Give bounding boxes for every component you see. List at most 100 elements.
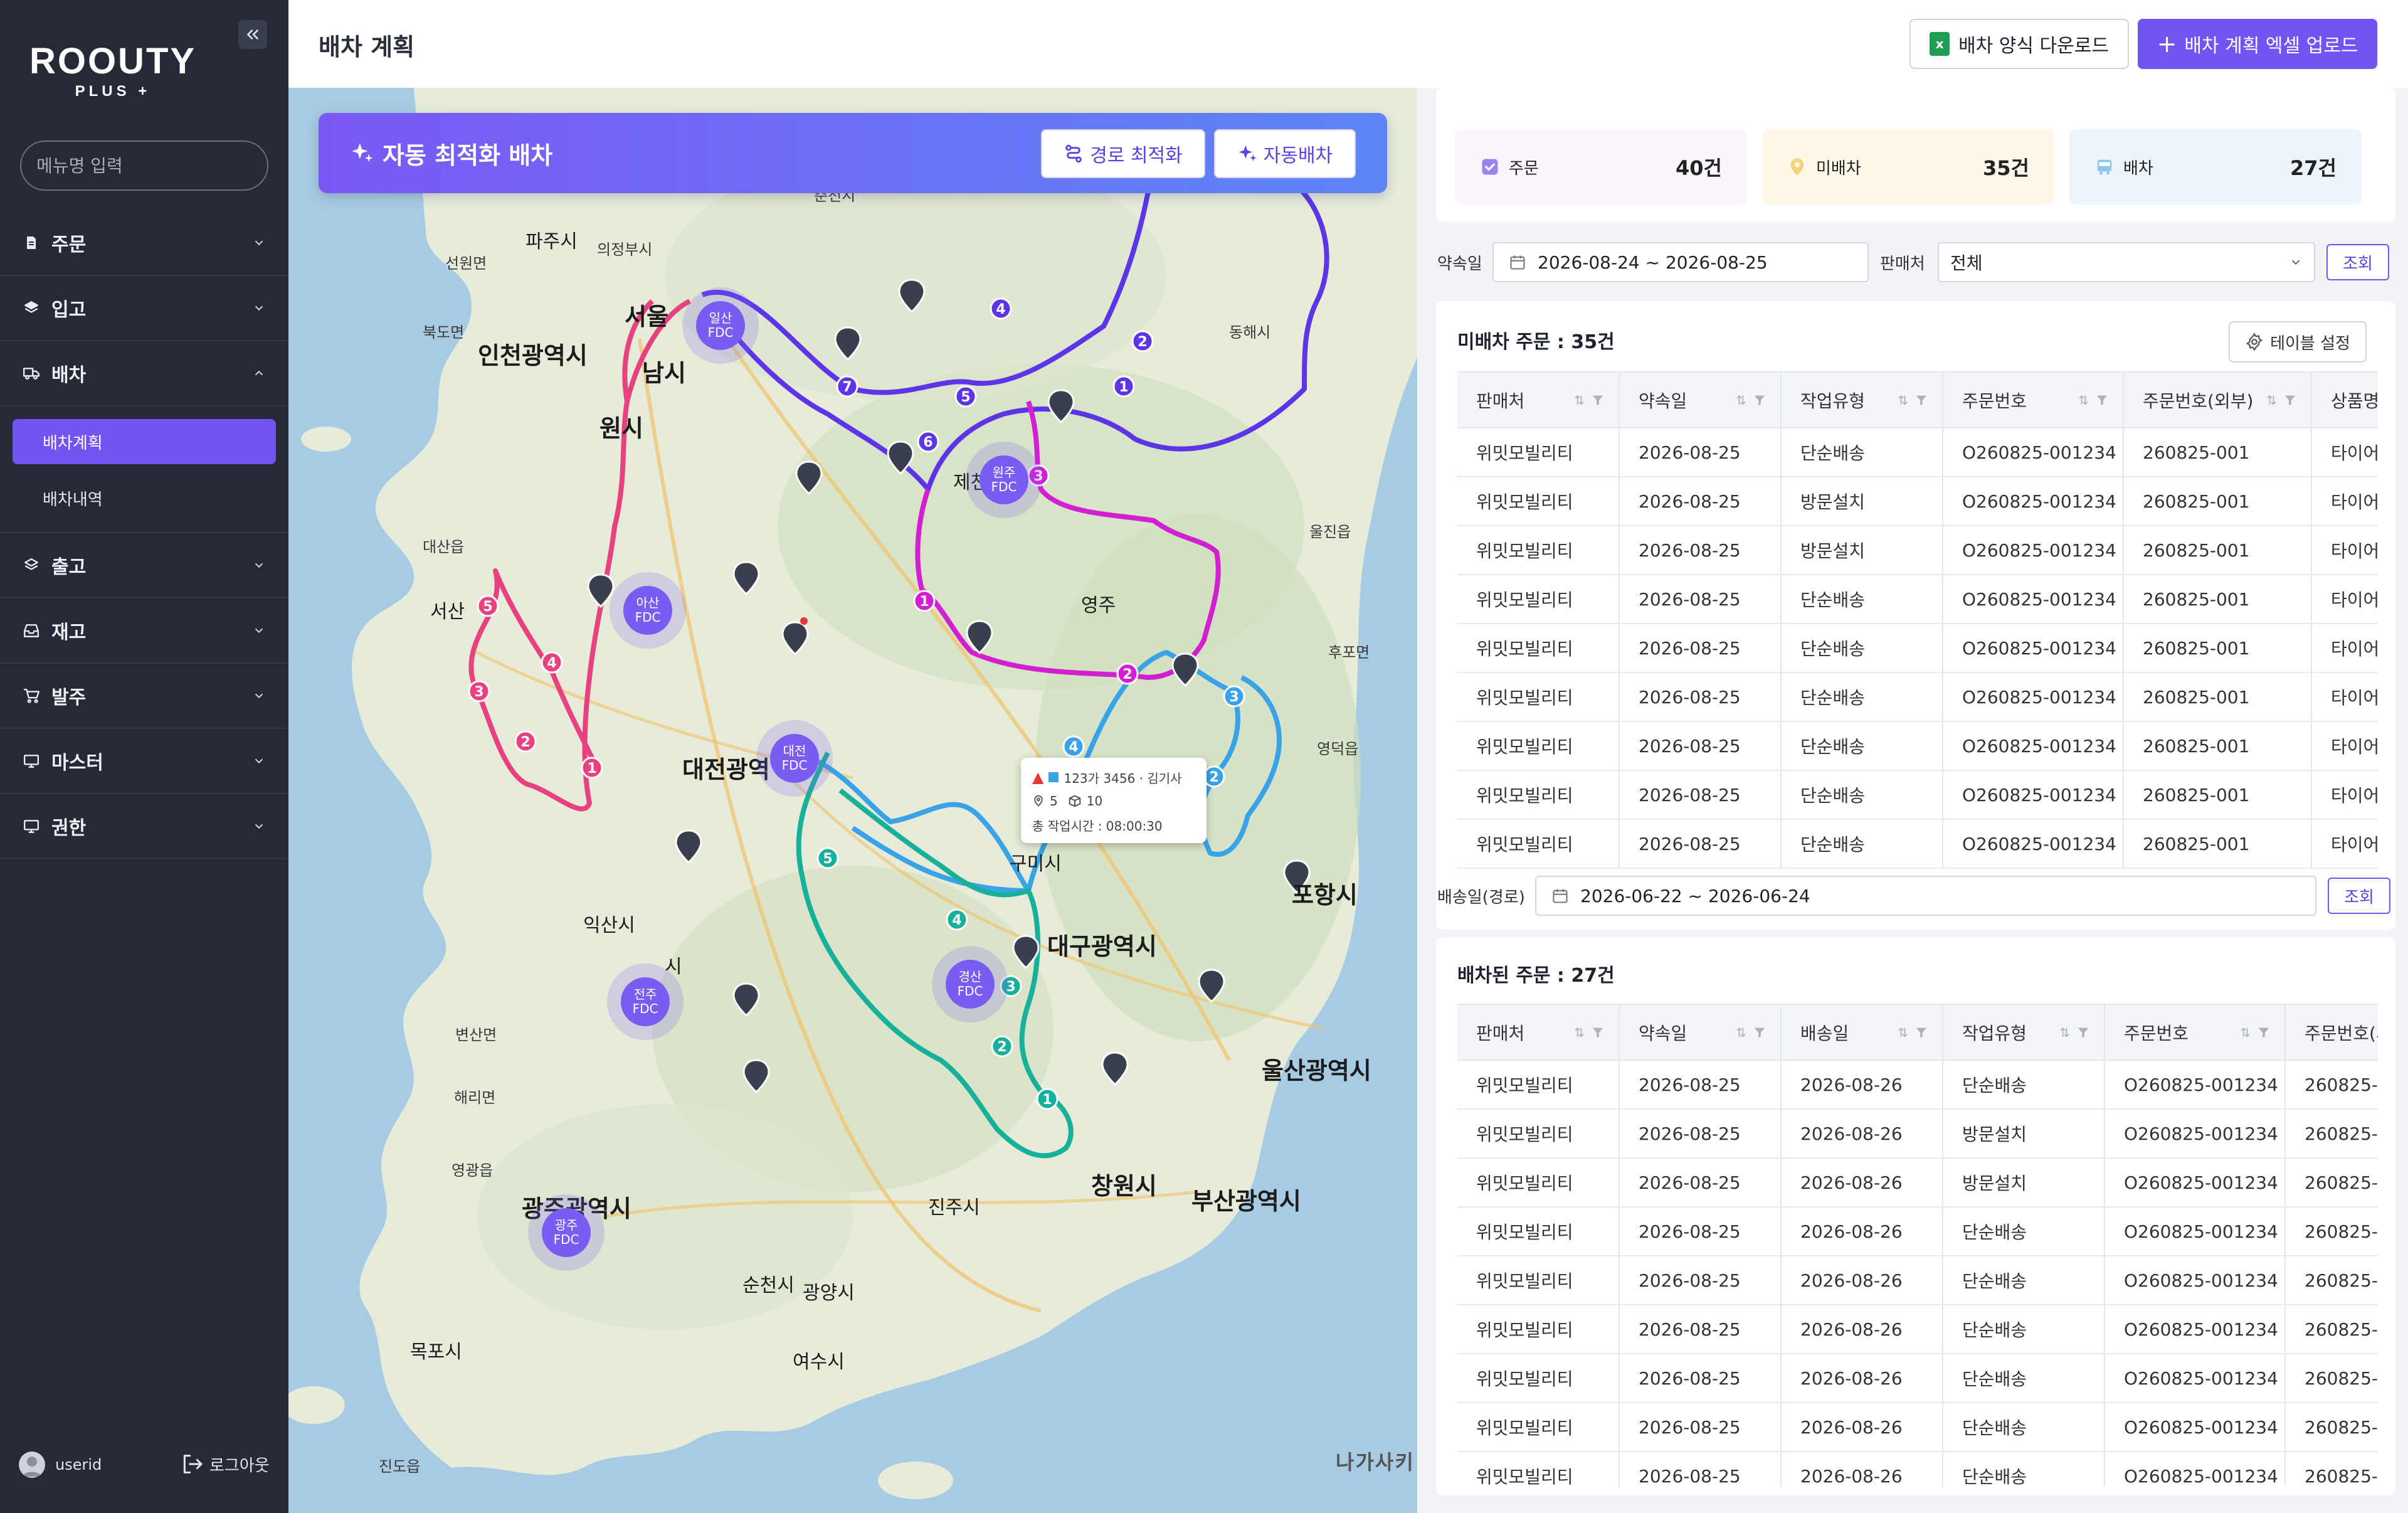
sidebar-subitem-dispatch-history[interactable]: 배차내역 — [13, 475, 276, 521]
fdc-marker-gyeongsan[interactable]: 경산 FDC — [946, 960, 995, 1009]
table-row[interactable]: 위밋모빌리티 2026-08-25 2026-08-26 방문설치 O260825-00… — [1457, 1109, 2378, 1159]
fdc-marker-gwangju[interactable]: 광주 FDC — [542, 1208, 591, 1257]
table-row[interactable]: 위밋모빌리티 2026-08-25 2026-08-26 단순배송 O260825-00… — [1457, 1354, 2378, 1403]
fdc-marker-jeonju[interactable]: 전주 FDC — [621, 977, 670, 1026]
sidebar-item-label: 입고 — [51, 299, 87, 321]
sort-icon[interactable]: ⇅ — [1736, 1025, 1746, 1040]
sidebar-item-dispatch[interactable]: 배차 — [0, 341, 288, 406]
table-row[interactable]: 위밋모빌리티 2026-08-25 단순배송 O260825-001234 260825… — [1457, 672, 2378, 722]
column-header[interactable]: 주문번호 ⇅ — [2104, 1005, 2286, 1061]
table-row[interactable]: 위밋모빌리티 2026-08-25 2026-08-26 단순배송 O260825-00… — [1457, 1060, 2378, 1110]
table-row[interactable]: 위밋모빌리티 2026-08-25 방문설치 O260825-001234 260825… — [1457, 477, 2378, 526]
route-search-button[interactable]: 조회 — [2328, 878, 2390, 914]
column-header[interactable]: 약속일 ⇅ — [1619, 1005, 1782, 1061]
filter-icon[interactable] — [1914, 393, 1928, 407]
table-row[interactable]: 위밋모빌리티 2026-08-25 2026-08-26 단순배송 O260825-00… — [1457, 1207, 2378, 1256]
upload-excel-button[interactable]: + 배차 계획 엑셀 업로드 — [2138, 19, 2377, 69]
table-row[interactable]: 위밋모빌리티 2026-08-25 단순배송 O260825-001234 260825… — [1457, 721, 2378, 771]
stat-orders[interactable]: 주문 40건 — [1455, 129, 1747, 204]
column-header[interactable]: 작업유형 ⇅ — [1781, 373, 1943, 428]
table-row[interactable]: 위밋모빌리티 2026-08-25 2026-08-26 방문설치 O260825-00… — [1457, 1158, 2378, 1208]
collapse-sidebar-button[interactable] — [238, 20, 267, 49]
fdc-marker-wonju[interactable]: 원주 FDC — [980, 455, 1028, 504]
filter-icon[interactable] — [1591, 393, 1605, 407]
stat-assigned[interactable]: 배차 27건 — [2069, 129, 2362, 204]
filter-icon[interactable] — [1914, 1026, 1928, 1039]
sidebar-item-purchase[interactable]: 발주 — [0, 664, 288, 729]
route-optimize-button[interactable]: 경로 최적화 — [1041, 129, 1205, 178]
filter-icon[interactable] — [1753, 393, 1766, 407]
column-header[interactable]: 작업유형 ⇅ — [1943, 1005, 2105, 1061]
route-info-popup[interactable]: ▲ 123가 3456 · 김기사 5 10 총 작업시간 : 08:00:30 — [1021, 758, 1207, 843]
filter-icon[interactable] — [2076, 1026, 2090, 1039]
filter-icon[interactable] — [1753, 1026, 1766, 1039]
fdc-marker-asan[interactable]: 아산 FDC — [623, 586, 672, 635]
filter-icon[interactable] — [1591, 1026, 1605, 1039]
sidebar-item-master[interactable]: 마스터 — [0, 729, 288, 794]
filter-icon[interactable] — [2283, 393, 2297, 407]
city-label: 포항시 — [1292, 881, 1358, 909]
pin-icon — [1034, 795, 1043, 807]
delivery-date-range-input[interactable]: 2026-06-22 ~ 2026-06-24 — [1535, 876, 2316, 916]
auto-dispatch-button[interactable]: 자동배차 — [1214, 129, 1356, 178]
route-map[interactable]: 4 7 5 6 2 1 3 1 2 5 4 3 2 1 3 4 2 1 5 5 — [288, 88, 1417, 1513]
table-row[interactable]: 위밋모빌리티 2026-08-25 2026-08-26 단순배송 O260825-00… — [1457, 1403, 2378, 1452]
stat-unassigned[interactable]: 미배차 35건 — [1762, 129, 2054, 204]
promise-date-range-input[interactable]: 2026-08-24 ~ 2026-08-25 — [1492, 242, 1869, 282]
sidebar-item-inbound[interactable]: 입고 — [0, 276, 288, 341]
sort-icon[interactable]: ⇅ — [1574, 393, 1585, 408]
column-header[interactable]: 주문번호(외부)⇅ — [2285, 1005, 2378, 1061]
download-template-button[interactable]: x 배차 양식 다운로드 — [1909, 19, 2129, 69]
column-header[interactable]: 배송일 ⇅ — [1781, 1005, 1943, 1061]
table-cell: 260825-001 — [2123, 819, 2312, 869]
sort-icon[interactable]: ⇅ — [2240, 1025, 2251, 1040]
column-header-label: 약속일 — [1639, 390, 1687, 411]
sort-icon[interactable]: ⇅ — [1898, 1025, 1908, 1040]
logo-sub-text: PLUS + — [75, 83, 151, 100]
order-search-button[interactable]: 조회 — [2326, 244, 2389, 280]
table-row[interactable]: 위밋모빌리티 2026-08-25 단순배송 O260825-001234 260825… — [1457, 770, 2378, 820]
sidebar-item-order[interactable]: 주문 — [0, 211, 288, 276]
column-header[interactable]: 주문번호 ⇅ — [1943, 373, 2124, 428]
table-row[interactable]: 위밋모빌리티 2026-08-25 2026-08-26 단순배송 O260825-00… — [1457, 1452, 2378, 1487]
sidebar-subitem-dispatch-plan[interactable]: 배차계획 — [13, 419, 276, 464]
sort-icon[interactable]: ⇅ — [2266, 393, 2277, 408]
sidebar-item-outbound[interactable]: 출고 — [0, 533, 288, 598]
table-cell: 단순배송 — [1781, 770, 1943, 820]
sort-icon[interactable]: ⇅ — [2078, 393, 2089, 408]
logo[interactable]: ROOUTY PLUS + — [25, 41, 201, 100]
table-row[interactable]: 위밋모빌리티 2026-08-25 단순배송 O260825-001234 260825… — [1457, 575, 2378, 624]
seller-select[interactable]: 전체 — [1938, 242, 2315, 282]
sort-icon[interactable]: ⇅ — [2059, 1025, 2070, 1040]
table-cell: 위밋모빌리티 — [1457, 1256, 1620, 1305]
column-header[interactable]: 판매처 ⇅ — [1457, 1005, 1620, 1061]
user-profile[interactable]: userid — [19, 1452, 102, 1478]
menu-search-input[interactable] — [36, 155, 255, 176]
column-header[interactable]: 판매처 ⇅ — [1457, 373, 1620, 428]
filter-icon[interactable] — [2095, 393, 2109, 407]
sort-icon[interactable]: ⇅ — [1736, 393, 1746, 408]
sidebar-item-permission[interactable]: 권한 — [0, 794, 288, 859]
filter-icon[interactable] — [2257, 1026, 2271, 1039]
column-header[interactable]: 주문번호(외부)⇅ — [2123, 373, 2312, 428]
table-row[interactable]: 위밋모빌리티 2026-08-25 단순배송 O260825-001234 260825… — [1457, 819, 2378, 869]
username: userid — [55, 1456, 102, 1473]
cart-icon — [23, 687, 40, 704]
table-row[interactable]: 위밋모빌리티 2026-08-25 2026-08-26 단순배송 O260825-00… — [1457, 1305, 2378, 1354]
fdc-marker-ilsan[interactable]: 일산 FDC — [696, 301, 745, 350]
chevron-down-icon — [255, 758, 263, 764]
column-header[interactable]: 약속일 ⇅ — [1619, 373, 1782, 428]
table-settings-button[interactable]: 테이블 설정 — [2229, 321, 2367, 363]
sort-icon[interactable]: ⇅ — [1898, 393, 1908, 408]
table-row[interactable]: 위밋모빌리티 2026-08-25 방문설치 O260825-001234 260825… — [1457, 526, 2378, 575]
column-header[interactable]: 상품명⇅ — [2311, 373, 2378, 428]
table-row[interactable]: 위밋모빌리티 2026-08-25 단순배송 O260825-001234 260825… — [1457, 428, 2378, 477]
table-row[interactable]: 위밋모빌리티 2026-08-25 2026-08-26 단순배송 O260825-00… — [1457, 1256, 2378, 1305]
inbox-icon — [23, 622, 40, 639]
table-row[interactable]: 위밋모빌리티 2026-08-25 단순배송 O260825-001234 260825… — [1457, 624, 2378, 673]
fdc-marker-daejeon[interactable]: 대전 FDC — [770, 734, 819, 783]
sidebar-item-inventory[interactable]: 재고 — [0, 598, 288, 664]
table-cell: 260825-001 — [2123, 477, 2312, 526]
logout-button[interactable]: 로그아웃 — [179, 1452, 270, 1477]
sort-icon[interactable]: ⇅ — [1574, 1025, 1585, 1040]
